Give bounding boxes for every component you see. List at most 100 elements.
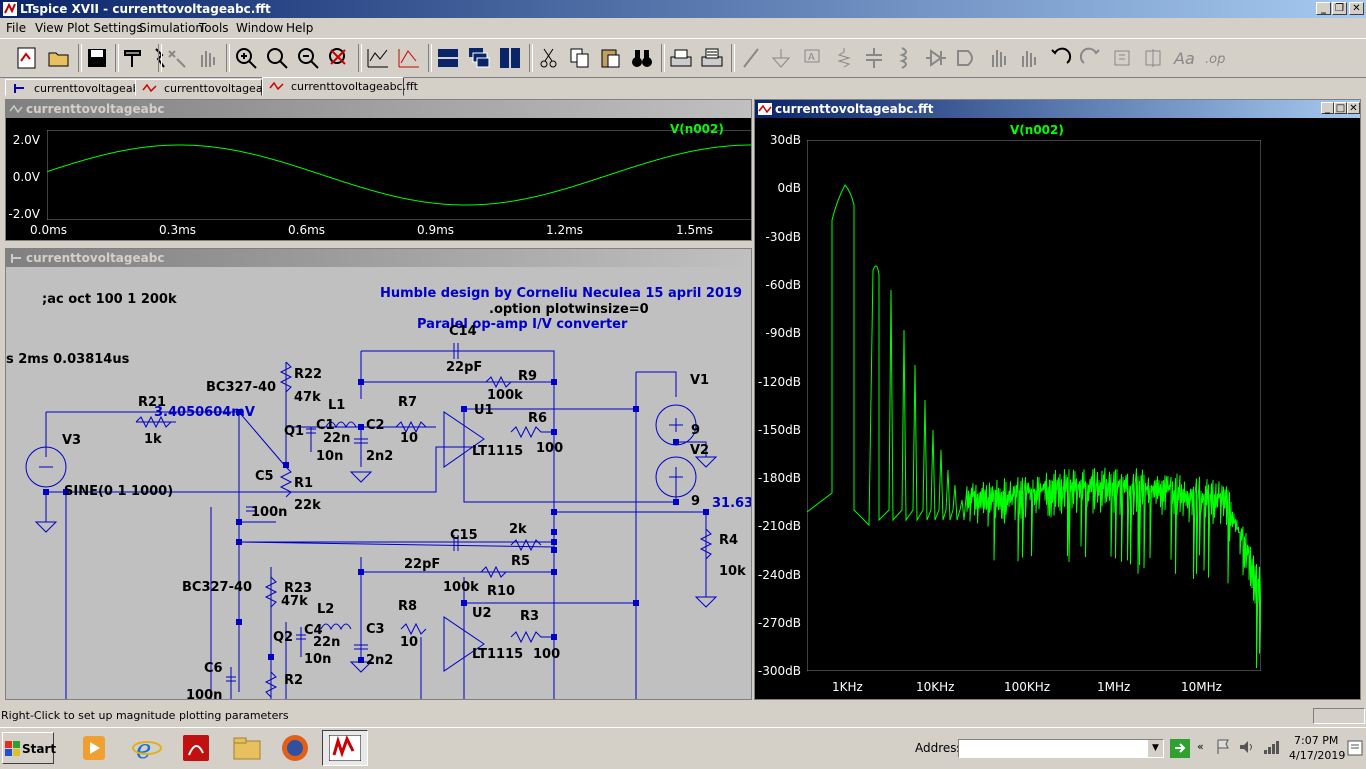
resistor-icon[interactable] xyxy=(831,45,857,71)
output-voltage-label[interactable]: 31.632 xyxy=(712,496,751,511)
voltage-probe-label[interactable]: 3.4050604mV xyxy=(154,405,255,420)
component-value[interactable]: SINE(0 1 1000) xyxy=(64,484,173,499)
new-schematic-icon[interactable] xyxy=(14,45,40,71)
component-label[interactable]: C2 xyxy=(366,418,385,433)
spice-directive-icon[interactable]: .op xyxy=(1202,45,1228,71)
transient-plot-area[interactable] xyxy=(47,130,752,220)
component-label[interactable]: C5 xyxy=(255,469,274,484)
component-label[interactable]: C14 xyxy=(449,324,477,339)
component-value[interactable]: 9 xyxy=(691,494,700,509)
component-icon[interactable] xyxy=(954,45,980,71)
save-icon[interactable] xyxy=(84,45,110,71)
undo-icon[interactable] xyxy=(1047,45,1073,71)
zoom-full-icon[interactable] xyxy=(264,45,290,71)
component-value[interactable]: LT1115 xyxy=(472,647,523,662)
cut-icon[interactable] xyxy=(536,45,562,71)
component-value[interactable]: 10 xyxy=(400,431,418,446)
component-label[interactable]: L2 xyxy=(317,602,334,617)
component-value[interactable]: 100n xyxy=(186,688,222,699)
component-label[interactable]: R3 xyxy=(520,609,539,624)
component-value[interactable]: 100 xyxy=(533,647,560,662)
component-value[interactable]: 10k xyxy=(719,564,746,579)
component-value[interactable]: 100 xyxy=(536,441,563,456)
zoom-out-icon[interactable] xyxy=(295,45,321,71)
component-label[interactable]: R10 xyxy=(487,584,515,599)
component-value[interactable]: 2n2 xyxy=(366,449,393,464)
component-value[interactable]: 100k xyxy=(487,388,523,403)
autorange-icon[interactable] xyxy=(365,45,391,71)
component-value[interactable]: 22pF xyxy=(446,360,482,375)
component-value[interactable]: 47k xyxy=(294,390,321,405)
menu-tools[interactable]: Tools xyxy=(199,21,229,35)
print-icon[interactable] xyxy=(699,45,725,71)
cascade-icon[interactable] xyxy=(466,45,492,71)
menu-window[interactable]: Window xyxy=(236,21,283,35)
copy-icon[interactable] xyxy=(567,45,593,71)
transient-window-title-bar[interactable]: currenttovoltageabc xyxy=(6,100,751,118)
ac-directive[interactable]: ;ac oct 100 1 200k xyxy=(42,292,177,307)
fft-trace-label[interactable]: V(n002) xyxy=(1010,123,1064,137)
go-arrow-icon[interactable] xyxy=(1170,739,1190,758)
component-value[interactable]: 10n xyxy=(316,449,343,464)
fft-maximize-button[interactable]: □ xyxy=(1334,102,1347,114)
menu-file[interactable]: File xyxy=(6,21,26,35)
action-center-flag-icon[interactable] xyxy=(1215,738,1231,756)
component-label[interactable]: R7 xyxy=(398,395,417,410)
zoom-cancel-icon[interactable] xyxy=(326,45,352,71)
component-value[interactable]: 22k xyxy=(294,498,321,513)
print-setup-icon[interactable] xyxy=(668,45,694,71)
network-signal-icon[interactable] xyxy=(1262,738,1280,756)
close-button[interactable]: ✕ xyxy=(1349,2,1364,15)
component-value[interactable]: 2k xyxy=(509,522,527,537)
clock-date[interactable]: 4/17/2019 xyxy=(1289,749,1345,762)
fft-plot-area[interactable] xyxy=(807,140,1261,671)
component-value[interactable]: 22pF xyxy=(404,557,440,572)
component-label[interactable]: R4 xyxy=(719,533,738,548)
plot-icon[interactable] xyxy=(396,45,422,71)
component-label[interactable]: R22 xyxy=(294,367,322,382)
component-label[interactable]: C6 xyxy=(204,661,223,676)
firefox-icon[interactable] xyxy=(280,733,310,763)
restore-button[interactable]: ❐ xyxy=(1332,2,1347,15)
minimize-button[interactable]: _ xyxy=(1316,2,1331,15)
diode-icon[interactable] xyxy=(923,45,949,71)
taskbar-ltspice-button[interactable] xyxy=(322,730,368,766)
fft-minimize-button[interactable]: _ xyxy=(1321,102,1334,114)
pan-hand-icon[interactable] xyxy=(194,45,220,71)
component-label[interactable]: L1 xyxy=(328,398,345,413)
component-label[interactable]: U1 xyxy=(474,403,494,418)
component-label[interactable]: U2 xyxy=(472,606,492,621)
chevron-down-icon[interactable]: ▼ xyxy=(1148,740,1163,757)
component-value[interactable]: 9 xyxy=(691,423,700,438)
redo-icon[interactable] xyxy=(1078,45,1104,71)
text-icon[interactable]: Aa xyxy=(1171,45,1197,71)
address-input[interactable]: ▼ xyxy=(958,739,1164,758)
tab-schematic[interactable]: currenttovoltageabc xyxy=(5,79,146,96)
ground-icon[interactable] xyxy=(768,45,794,71)
component-value[interactable]: 100k xyxy=(443,580,479,595)
file-explorer-icon[interactable] xyxy=(231,733,263,763)
component-value[interactable]: 2n2 xyxy=(366,653,393,668)
component-label[interactable]: V2 xyxy=(690,443,709,458)
start-button[interactable]: Start xyxy=(2,732,56,764)
menu-help[interactable]: Help xyxy=(286,21,313,35)
component-value[interactable]: LT1115 xyxy=(472,444,523,459)
component-label[interactable]: R6 xyxy=(528,411,547,426)
inductor-icon[interactable] xyxy=(892,45,918,71)
component-label[interactable]: C3 xyxy=(366,622,385,637)
component-value[interactable]: 1k xyxy=(144,432,162,447)
fft-window-title-bar[interactable]: currenttovoltageabc.fft _ □ ✕ xyxy=(755,100,1360,118)
tab-fft[interactable]: currenttovoltageabc.fft xyxy=(262,77,418,96)
show-desktop-icon[interactable] xyxy=(1347,740,1363,756)
drag-hand-icon[interactable] xyxy=(1016,45,1042,71)
schematic-window-title-bar[interactable]: currenttovoltageabc xyxy=(6,249,751,267)
menu-plot-settings[interactable]: Plot Settings xyxy=(67,21,143,35)
internet-explorer-icon[interactable]: e xyxy=(132,733,162,763)
component-value[interactable]: 10 xyxy=(400,635,418,650)
pdf-reader-icon[interactable] xyxy=(181,733,211,763)
draw-wire-icon[interactable] xyxy=(738,45,764,71)
component-label[interactable]: C15 xyxy=(450,528,478,543)
component-label[interactable]: R5 xyxy=(511,554,530,569)
component-value[interactable]: 22n xyxy=(323,431,350,446)
tile-vertical-icon[interactable] xyxy=(497,45,523,71)
